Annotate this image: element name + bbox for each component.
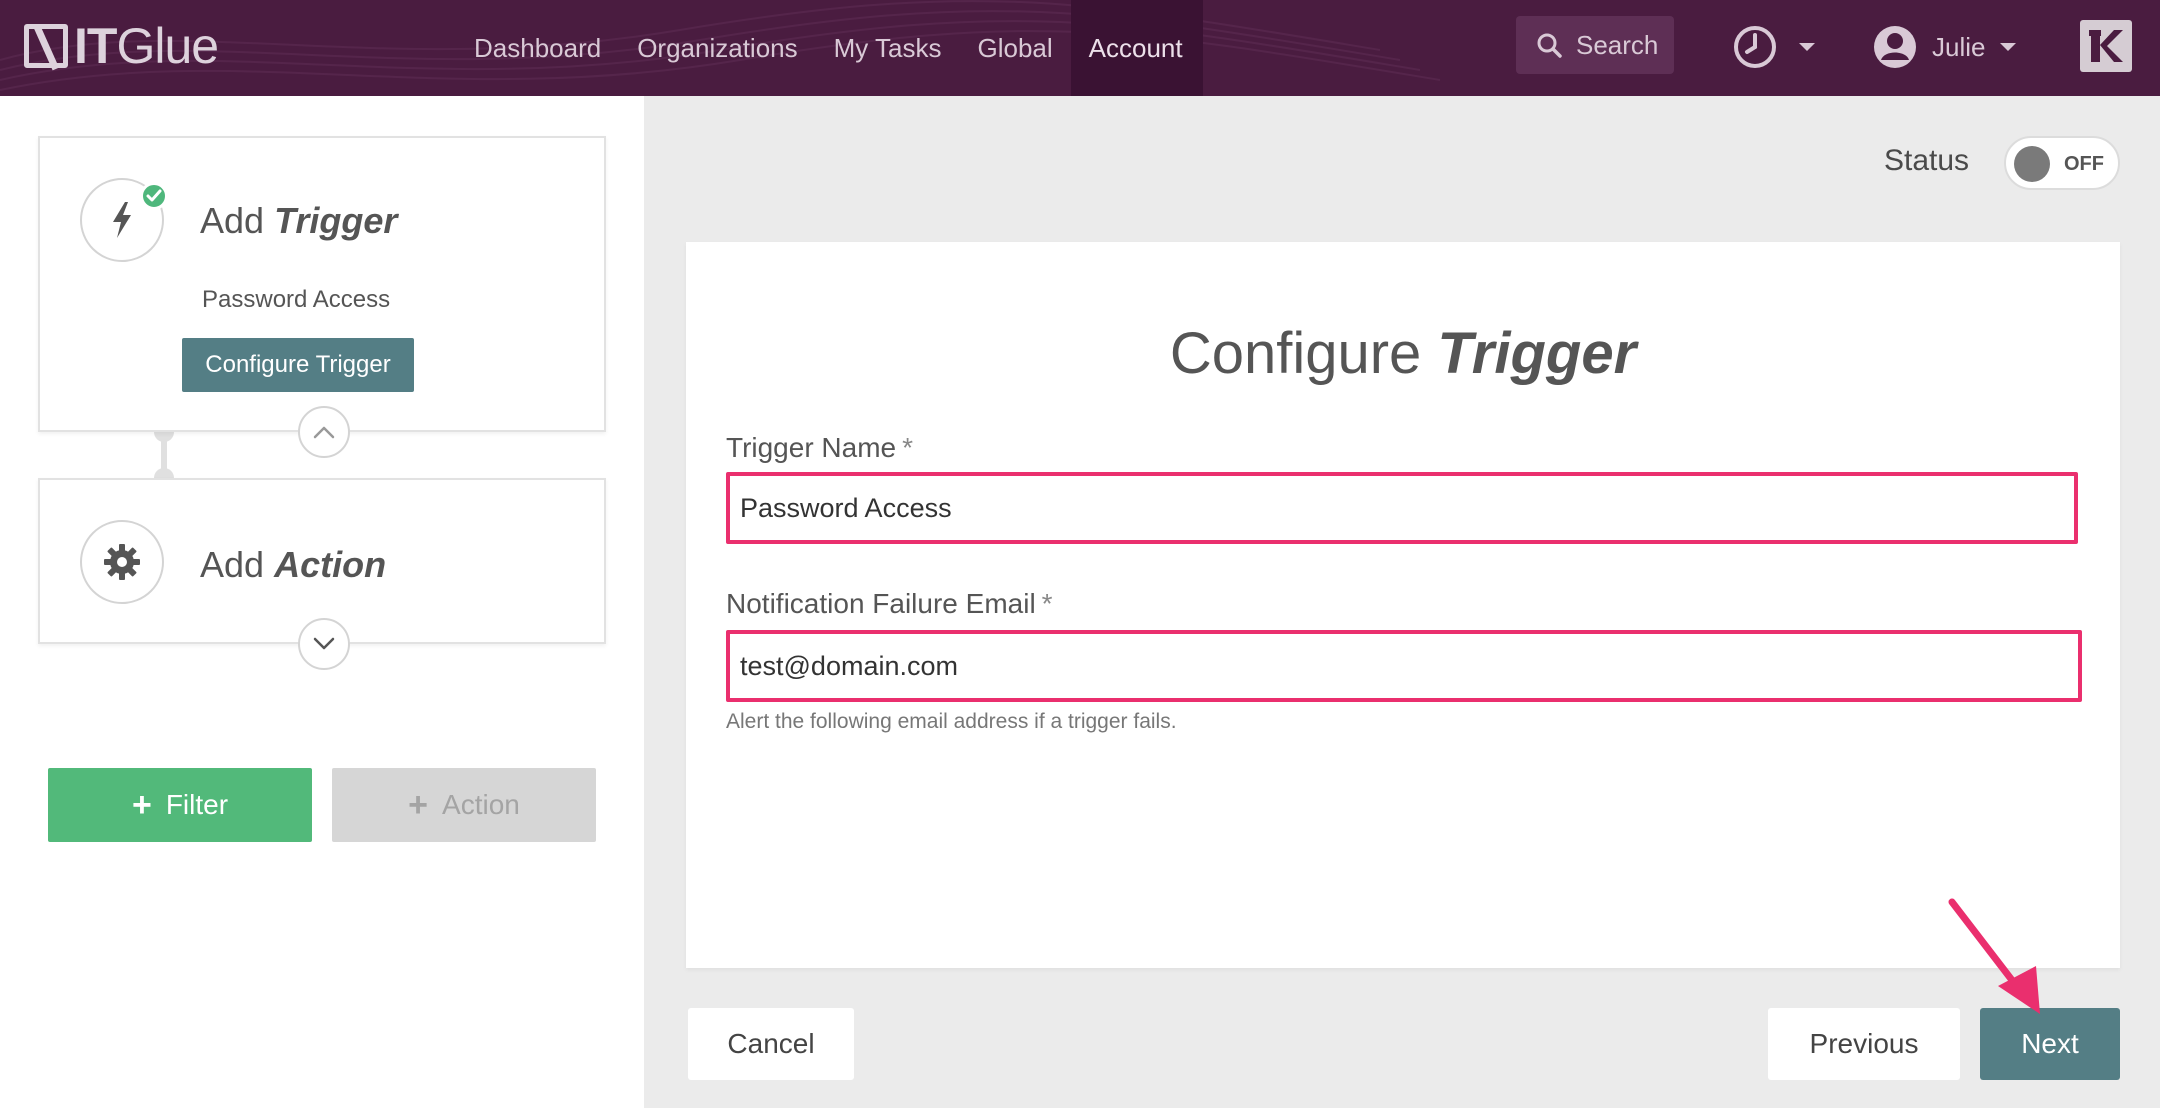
user-name: Julie bbox=[1932, 31, 1986, 62]
trigger-step-title-prefix: Add bbox=[200, 200, 265, 241]
configure-trigger-button[interactable]: Configure Trigger bbox=[182, 338, 414, 392]
action-step-title: Add Action bbox=[200, 544, 386, 586]
required-marker: * bbox=[902, 432, 914, 463]
action-step-title-emph: Action bbox=[274, 544, 387, 585]
configure-trigger-card: Configure Trigger Trigger Name* Notifica… bbox=[686, 242, 2120, 968]
workflow-steps-panel: Add Trigger Password Access Configure Tr… bbox=[0, 96, 644, 1108]
toggle-knob bbox=[2014, 146, 2050, 182]
itglue-logo[interactable]: ITGlue bbox=[24, 18, 219, 74]
action-step-card: Add Action bbox=[38, 478, 606, 670]
logo-text-it: IT bbox=[74, 18, 117, 74]
notification-email-label-text: Notification Failure Email bbox=[726, 588, 1036, 619]
required-marker: * bbox=[1041, 588, 1053, 619]
kaseya-k-icon bbox=[2089, 30, 2123, 62]
main-nav: Dashboard Organizations My Tasks Global … bbox=[456, 0, 1203, 96]
lightning-icon bbox=[113, 202, 131, 238]
cancel-button[interactable]: Cancel bbox=[688, 1008, 854, 1080]
search-label: Search bbox=[1576, 29, 1659, 60]
notification-email-input[interactable] bbox=[726, 630, 2082, 702]
expand-action-button[interactable] bbox=[298, 618, 350, 670]
trigger-step-subtitle: Password Access bbox=[202, 286, 391, 313]
page-title-emph: Trigger bbox=[1437, 321, 1637, 386]
pointer-arrow-annotation bbox=[1948, 898, 2040, 1014]
add-action-label: Action bbox=[442, 789, 520, 820]
add-action-button[interactable]: + Action bbox=[332, 768, 596, 842]
trigger-step-card: Add Trigger Password Access Configure Tr… bbox=[38, 136, 606, 458]
user-icon bbox=[1874, 26, 1916, 68]
caret-down-icon bbox=[1799, 43, 1815, 51]
nav-link-my-tasks[interactable]: My Tasks bbox=[816, 0, 960, 96]
add-filter-label: Filter bbox=[165, 789, 229, 820]
status-label: Status bbox=[1884, 144, 1970, 177]
add-filter-button[interactable]: + Filter bbox=[48, 768, 312, 842]
user-menu-dropdown[interactable]: Julie bbox=[1872, 24, 2017, 70]
chevron-down-icon bbox=[313, 637, 335, 650]
itglue-logo-mark bbox=[24, 24, 68, 68]
kaseya-logo[interactable] bbox=[2080, 20, 2132, 72]
status-toggle[interactable]: OFF bbox=[2004, 136, 2120, 190]
collapse-trigger-button[interactable] bbox=[298, 406, 350, 458]
nav-link-organizations[interactable]: Organizations bbox=[619, 0, 815, 96]
caret-down-icon bbox=[2000, 43, 2017, 51]
logo-text-glue: Glue bbox=[116, 18, 219, 74]
toggle-state-text: OFF bbox=[2064, 153, 2104, 175]
trigger-step-title: Add Trigger bbox=[200, 200, 397, 242]
nav-link-account[interactable]: Account bbox=[1070, 0, 1203, 96]
notification-email-label: Notification Failure Email * bbox=[726, 588, 1053, 620]
recent-history-dropdown[interactable] bbox=[1732, 24, 1816, 70]
chevron-up-icon bbox=[313, 426, 335, 439]
trigger-step-title-emph: Trigger bbox=[274, 200, 398, 241]
email-help-text: Alert the following email address if a t… bbox=[726, 710, 1177, 733]
trigger-name-label-text: Trigger Name bbox=[726, 432, 897, 463]
nav-link-global[interactable]: Global bbox=[960, 0, 1071, 96]
action-step-icon bbox=[80, 520, 164, 604]
completed-check-icon bbox=[140, 182, 168, 210]
trigger-name-input[interactable] bbox=[726, 472, 2078, 544]
search-icon bbox=[1537, 33, 1562, 58]
nav-link-dashboard[interactable]: Dashboard bbox=[456, 0, 619, 96]
plus-icon: + bbox=[131, 786, 152, 824]
top-navbar: ITGlue Dashboard Organizations My Tasks … bbox=[0, 0, 2160, 96]
page-title-prefix: Configure bbox=[1169, 321, 1422, 386]
trigger-name-label: Trigger Name * bbox=[726, 432, 913, 464]
search-button[interactable]: Search bbox=[1516, 16, 1674, 74]
clock-icon bbox=[1734, 26, 1776, 68]
gear-icon bbox=[104, 544, 140, 580]
plus-icon: + bbox=[408, 786, 429, 824]
previous-button[interactable]: Previous bbox=[1768, 1008, 1960, 1080]
action-step-title-prefix: Add bbox=[200, 544, 265, 585]
page-title: Configure Trigger bbox=[686, 320, 2120, 387]
